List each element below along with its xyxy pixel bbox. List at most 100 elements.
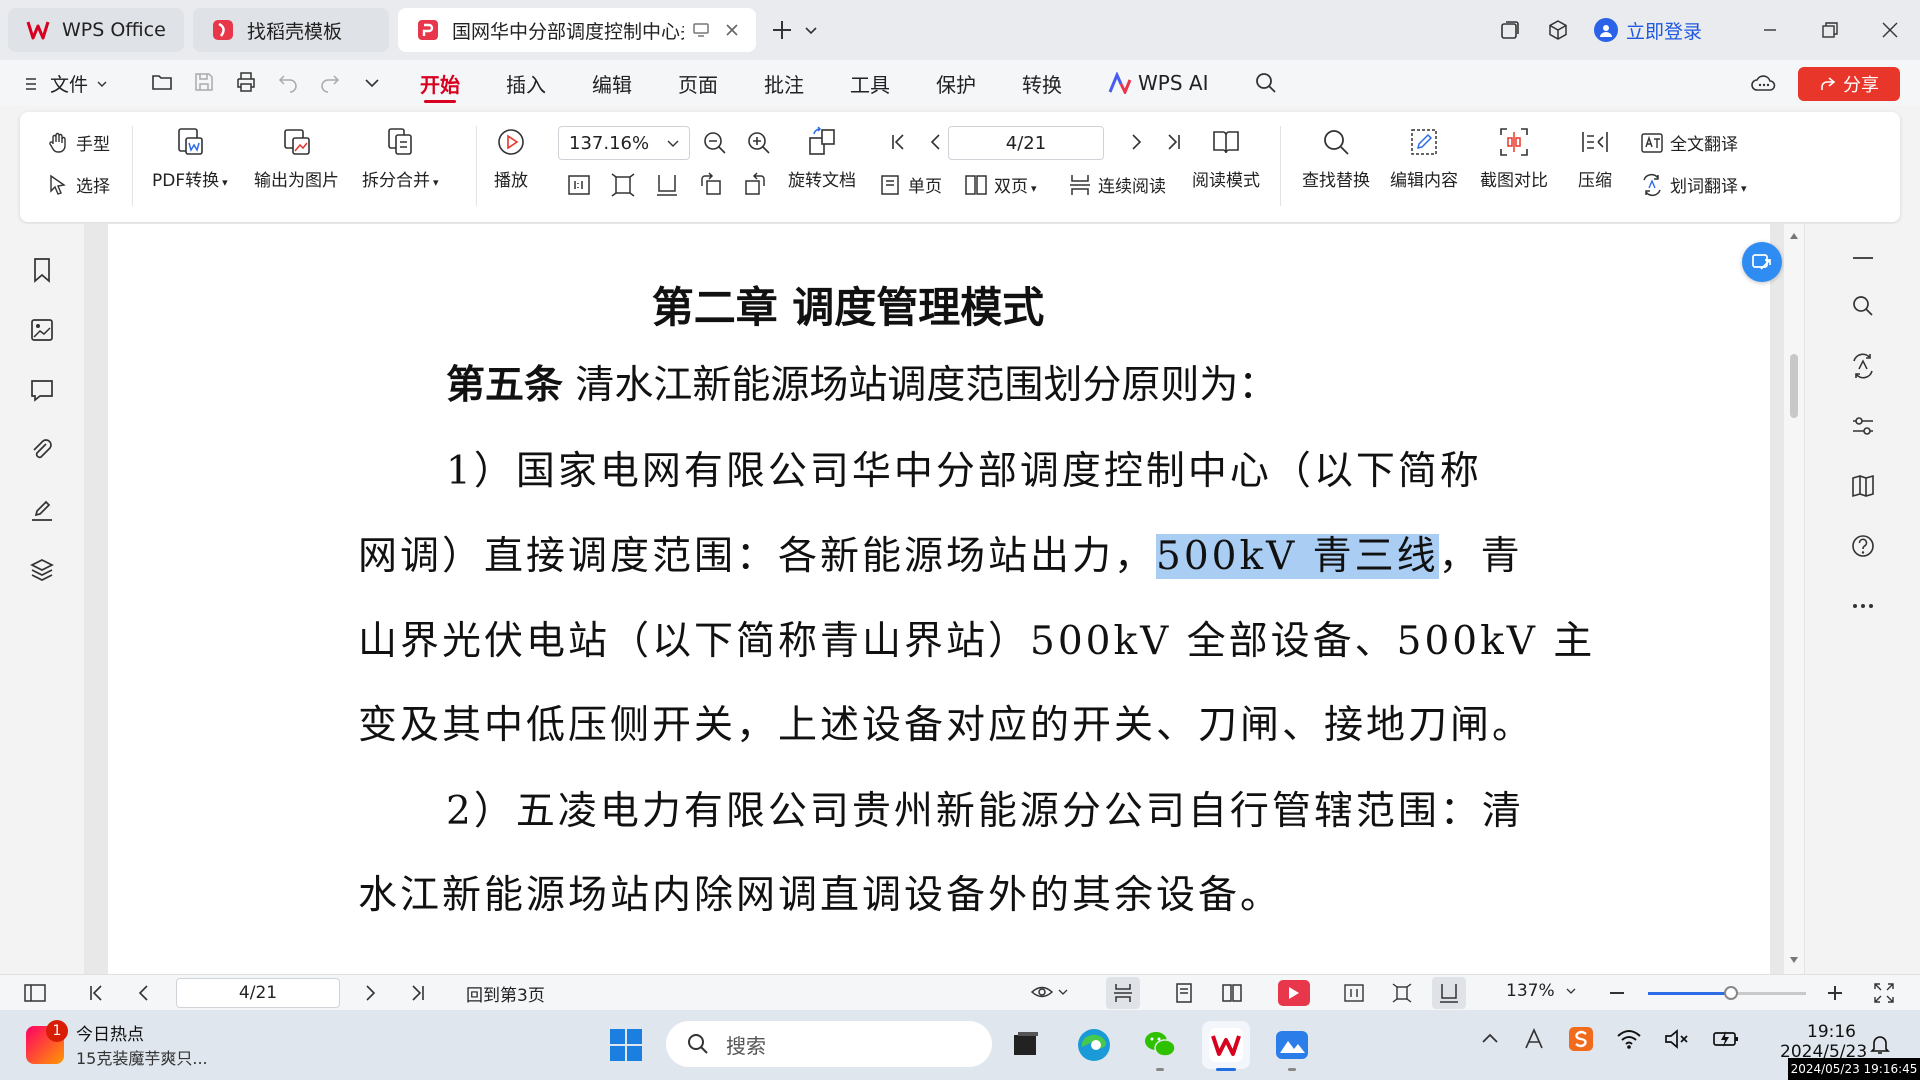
taskbar-search-box[interactable]: 搜索 xyxy=(666,1021,992,1067)
fullscreen-icon[interactable] xyxy=(1874,983,1894,1003)
help-icon[interactable] xyxy=(1849,532,1877,560)
floating-action-button[interactable] xyxy=(1742,242,1782,282)
scroll-down-icon[interactable] xyxy=(1789,956,1799,964)
sliders-icon[interactable] xyxy=(1849,412,1877,440)
chevron-down-icon[interactable] xyxy=(804,23,818,37)
taskbar-app-desktop[interactable] xyxy=(1002,1021,1050,1069)
single-page-button[interactable]: 单页 xyxy=(878,172,942,197)
ai-translate-icon[interactable] xyxy=(1849,352,1877,380)
notification-bell-icon[interactable] xyxy=(1868,1032,1892,1056)
tab-tools[interactable]: 工具 xyxy=(850,60,890,106)
taskbar-app-wps[interactable] xyxy=(1202,1021,1250,1071)
scroll-up-icon[interactable] xyxy=(1789,232,1799,240)
split-merge-button[interactable]: 拆分合并 ▾ xyxy=(362,126,439,191)
rotate-document-button[interactable]: 旋转文档 xyxy=(788,126,856,191)
tab-comment[interactable]: 批注 xyxy=(764,60,804,106)
pdf-convert-button[interactable]: PDF转换 ▾ xyxy=(152,126,228,191)
play-button[interactable]: 播放 xyxy=(494,126,528,191)
close-window-button[interactable] xyxy=(1860,0,1920,60)
tab-home[interactable]: 开始 xyxy=(420,60,460,106)
export-image-button[interactable]: 输出为图片 xyxy=(254,126,339,191)
toggle-sidebar-icon[interactable] xyxy=(24,983,46,1003)
selected-text-highlight[interactable]: 500kV 青三线 xyxy=(1156,534,1439,579)
zoom-out-icon[interactable] xyxy=(702,130,728,156)
fit-page-icon[interactable] xyxy=(1392,983,1412,1003)
actual-size-icon[interactable] xyxy=(1344,983,1364,1003)
continuous-view-toggle[interactable] xyxy=(1106,977,1140,1009)
tab-wps-office[interactable]: WPS Office xyxy=(8,8,184,52)
search-menu-button[interactable] xyxy=(1254,60,1278,106)
zoom-slider-knob[interactable] xyxy=(1724,986,1738,1000)
restore-button[interactable] xyxy=(1800,0,1860,60)
cube-button[interactable] xyxy=(1534,0,1582,60)
taskbar-app-edge[interactable] xyxy=(1070,1021,1118,1069)
battery-charging-icon[interactable] xyxy=(1712,1028,1740,1050)
previous-page-icon[interactable] xyxy=(134,983,154,1003)
status-page-input[interactable]: 4/21 xyxy=(176,978,340,1008)
tab-wps-ai[interactable]: WPS AI xyxy=(1108,60,1208,106)
find-replace-button[interactable]: 查找替换 xyxy=(1302,126,1370,191)
edit-content-button[interactable]: 编辑内容 xyxy=(1390,126,1458,191)
continuous-reading-button[interactable]: 连续阅读 xyxy=(1068,172,1166,197)
taskbar-app-wechat[interactable] xyxy=(1136,1021,1184,1071)
zoom-in-plus-icon[interactable] xyxy=(1826,984,1844,1002)
next-page-icon[interactable] xyxy=(360,983,380,1003)
back-to-page-link[interactable]: 回到第3页 xyxy=(466,981,545,1006)
wifi-icon[interactable] xyxy=(1616,1028,1642,1050)
book-map-icon[interactable] xyxy=(1849,472,1877,500)
fit-width-toggle[interactable] xyxy=(1432,977,1466,1009)
speaker-muted-icon[interactable] xyxy=(1664,1028,1690,1050)
next-page-icon[interactable] xyxy=(1124,130,1148,154)
reading-mode-button[interactable]: 阅读模式 xyxy=(1192,126,1260,191)
window-tile-button[interactable] xyxy=(1486,0,1534,60)
eye-protection-button[interactable] xyxy=(1030,981,1068,1003)
screenshot-compare-button[interactable]: 截图对比 xyxy=(1480,126,1548,191)
chevron-down-icon[interactable] xyxy=(360,70,384,94)
zoom-in-icon[interactable] xyxy=(746,130,772,156)
play-slideshow-button[interactable] xyxy=(1278,980,1310,1006)
print-icon[interactable] xyxy=(234,70,258,94)
last-page-icon[interactable] xyxy=(408,983,428,1003)
share-button[interactable]: 分享 xyxy=(1798,67,1900,101)
tab-docer-templates[interactable]: 找稻壳模板 xyxy=(193,8,389,52)
word-translate-button[interactable]: 划词翻译 ▾ xyxy=(1640,172,1747,197)
tab-edit[interactable]: 编辑 xyxy=(592,60,632,106)
font-a-icon[interactable] xyxy=(1522,1027,1546,1051)
scrollbar-thumb[interactable] xyxy=(1790,354,1798,418)
tab-convert[interactable]: 转换 xyxy=(1022,60,1062,106)
fit-page-icon[interactable] xyxy=(610,172,636,198)
system-clock[interactable]: 19:16 2024/5/23 xyxy=(1780,1022,1867,1062)
chevron-up-icon[interactable] xyxy=(1480,1029,1500,1049)
collapse-panel-icon[interactable] xyxy=(1849,244,1877,272)
zoom-level-select[interactable]: 137.16% xyxy=(558,126,690,160)
redo-icon[interactable] xyxy=(318,70,342,94)
status-zoom-select[interactable]: 137% xyxy=(1506,981,1577,1001)
rotate-left-icon[interactable] xyxy=(698,172,724,198)
comment-icon[interactable] xyxy=(28,376,56,404)
full-translate-button[interactable]: 全文翻译 xyxy=(1640,130,1738,155)
search-icon[interactable] xyxy=(1849,292,1877,320)
close-tab-icon[interactable] xyxy=(724,22,740,38)
tab-protect[interactable]: 保护 xyxy=(936,60,976,106)
taskbar-app-photos[interactable] xyxy=(1268,1021,1316,1071)
tab-insert[interactable]: 插入 xyxy=(506,60,546,106)
page-number-input[interactable]: 4/21 xyxy=(948,126,1104,160)
minimize-button[interactable] xyxy=(1740,0,1800,60)
cloud-icon[interactable] xyxy=(1750,71,1776,97)
hand-tool-button[interactable]: 手型 xyxy=(46,130,110,155)
rotate-right-icon[interactable] xyxy=(742,172,768,198)
layers-icon[interactable] xyxy=(28,556,56,584)
zoom-out-minus-icon[interactable] xyxy=(1608,984,1626,1002)
double-page-button[interactable]: 双页 ▾ xyxy=(964,172,1037,197)
monitor-icon[interactable] xyxy=(692,21,710,39)
double-page-view-icon[interactable] xyxy=(1222,983,1242,1003)
plus-icon[interactable] xyxy=(770,18,794,42)
more-options-icon[interactable] xyxy=(1849,592,1877,620)
file-menu-button[interactable]: 文件 xyxy=(24,70,108,97)
last-page-icon[interactable] xyxy=(1162,130,1186,154)
open-folder-icon[interactable] xyxy=(150,70,174,94)
first-page-icon[interactable] xyxy=(86,983,106,1003)
select-tool-button[interactable]: 选择 xyxy=(46,172,110,197)
bookmark-icon[interactable] xyxy=(28,256,56,284)
previous-page-icon[interactable] xyxy=(924,130,948,154)
